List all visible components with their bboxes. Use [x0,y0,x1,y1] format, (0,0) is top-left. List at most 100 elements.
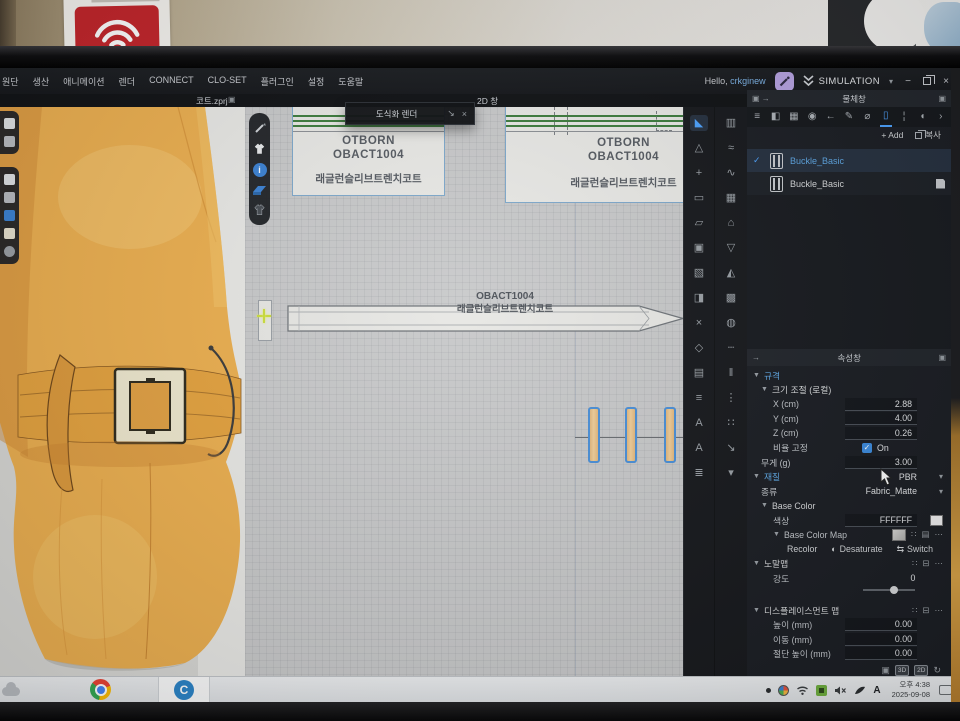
2d-tool-icon[interactable]: ▧ [690,265,708,281]
menu-item[interactable]: CONNECT [149,75,194,88]
grid-icon[interactable]: ∷ [912,558,917,569]
2d-tool-icon[interactable]: ≣ [690,465,708,481]
tray-color-wheel-icon[interactable] [778,685,789,696]
2d-tool-icon[interactable]: A [690,415,708,431]
single-view-icon[interactable]: ▣ [881,665,890,676]
object-type-tab-icon[interactable]: ✎ [843,108,855,126]
object-list-item[interactable]: Buckle_Basic [747,172,951,195]
3d-tool-icon[interactable]: ▥ [722,115,740,131]
close-icon[interactable]: × [462,109,467,119]
ime-indicator[interactable]: A [873,685,880,696]
3d-tool-icon[interactable]: ◍ [722,315,740,331]
3d-edge-toolbar-group2[interactable] [0,167,19,264]
more-icon[interactable]: ⋯ [935,558,944,569]
float-window-icon[interactable]: ▣ [228,95,236,104]
tool-icon[interactable] [4,210,15,221]
minimize-button[interactable]: − [902,76,914,87]
desaturate-button[interactable]: ◐Desaturate [831,544,882,554]
menu-item[interactable]: 설정 [308,75,325,88]
pen-tool-icon[interactable] [253,121,267,135]
3d-tool-icon[interactable]: ▦ [722,190,740,206]
object-type-tab-icon[interactable]: ¦ [898,108,910,126]
2d-tool-icon[interactable]: ◣ [690,115,708,131]
3d-tool-icon[interactable]: ▩ [722,290,740,306]
chevron-down-icon[interactable]: ▾ [939,487,943,496]
arrow-icon[interactable]: → [752,353,760,362]
offset-input[interactable]: 0.00 [845,633,917,646]
object-type-tab-icon[interactable]: › [935,108,947,126]
texture-swatch[interactable] [892,529,906,541]
simulation-button[interactable]: SIMULATION [803,75,880,87]
menu-item[interactable]: 애니메이션 [63,75,104,88]
grid-icon[interactable]: ∷ [911,529,916,540]
3d-tool-icon[interactable]: ↘ [722,440,740,456]
more-icon[interactable]: ⋯ [935,529,944,540]
menu-item[interactable]: 플러그인 [261,75,294,88]
intensity-slider[interactable] [863,589,915,591]
toggle-3d-button[interactable]: 3D [895,665,909,676]
folder-icon[interactable]: ▤ [921,529,929,540]
3d-tool-icon[interactable]: ∷ [722,415,740,431]
tool-icon[interactable] [4,228,15,239]
more-icon[interactable]: ⋯ [935,605,944,616]
tray-network-icon[interactable] [854,685,866,696]
restore-button[interactable] [923,77,931,85]
chrome-icon[interactable] [90,679,111,700]
menu-item[interactable]: CLO-SET [208,75,247,88]
cut-height-input[interactable]: 0.00 [845,647,917,660]
tab-2d-window[interactable]: 2D 창 [477,95,498,107]
selected-point-marker[interactable] [257,309,271,323]
section-base-color[interactable]: ▼Base Color [747,499,951,514]
shirt-texture-icon[interactable] [252,203,267,217]
2d-tool-icon[interactable]: ▤ [690,365,708,381]
tool-icon[interactable] [4,136,15,147]
3d-tool-icon[interactable]: ∿ [722,165,740,181]
object-type-tab-icon[interactable]: ≡ [751,108,763,126]
color-swatch[interactable] [930,515,943,526]
object-type-tab-icon[interactable]: ◧ [769,108,781,126]
2d-tool-icon[interactable]: ▭ [690,190,708,206]
pattern-piece-belt-loop[interactable] [625,407,637,463]
3d-tool-icon[interactable]: ≈ [722,140,740,156]
object-type-tab-icon[interactable]: ⌀ [861,108,873,126]
clock[interactable]: 오후 4:382025-09-08 [892,680,930,700]
3d-tool-icon[interactable]: ⋮ [722,390,740,406]
2d-tool-icon[interactable]: × [690,315,708,331]
menu-item[interactable]: 원단 [2,75,19,88]
tool-icon[interactable] [4,118,15,129]
tray-app-icon[interactable] [816,685,827,696]
schematic-render-window[interactable]: 도식화 렌더 ↘ × [345,102,475,125]
section-base-color-map[interactable]: ▼Base Color Map∷▤⋯ [747,528,951,543]
adjust-icon[interactable]: ⊟ [922,558,929,569]
closet-wand-icon[interactable] [775,72,794,91]
menu-item[interactable]: 생산 [33,75,50,88]
3d-tool-icon[interactable]: ┄ [722,340,740,356]
clo-app-taskbar-button[interactable]: C [158,677,210,702]
x-input[interactable]: 2.88 [845,398,917,411]
section-material[interactable]: ▼재질PBR▾ [747,470,951,485]
info-icon[interactable]: i [253,163,267,177]
section-size[interactable]: ▼크기 조절 (로컬) [747,383,951,398]
fabric-fold-icon[interactable] [252,184,267,196]
3d-tool-icon[interactable]: ‖ [722,365,740,381]
document-tab[interactable]: 코트.zprj [196,95,228,107]
section-spec[interactable]: ▼규격 [747,368,951,383]
pattern-piece-belt-loop[interactable] [588,407,600,463]
shirt-3d-icon[interactable] [252,142,267,156]
checkbox-checked[interactable]: ✓ [862,443,872,453]
y-input[interactable]: 4.00 [845,412,917,425]
2d-pattern-view[interactable]: OTBORNOBACT1004 래글런슬리브트렌치코트 OTBORNOBACT1… [245,107,683,676]
tray-wifi-icon[interactable] [796,685,809,695]
2d-tool-icon[interactable]: ≡ [690,390,708,406]
switch-button[interactable]: ⇆Switch [897,544,933,555]
dock-icon[interactable]: ▣ [938,353,946,362]
2d-tool-icon[interactable]: △ [690,140,708,156]
arrow-icon[interactable]: → [762,94,770,103]
save-icon[interactable] [936,179,945,189]
tool-icon[interactable] [4,246,15,257]
object-type-tab-icon[interactable]: ▯ [880,107,892,127]
add-button[interactable]: + Add [881,130,903,140]
object-type-tab-icon[interactable]: ◖ [916,108,928,126]
adjust-icon[interactable]: ⊟ [922,605,929,616]
slider-knob[interactable] [890,586,898,594]
